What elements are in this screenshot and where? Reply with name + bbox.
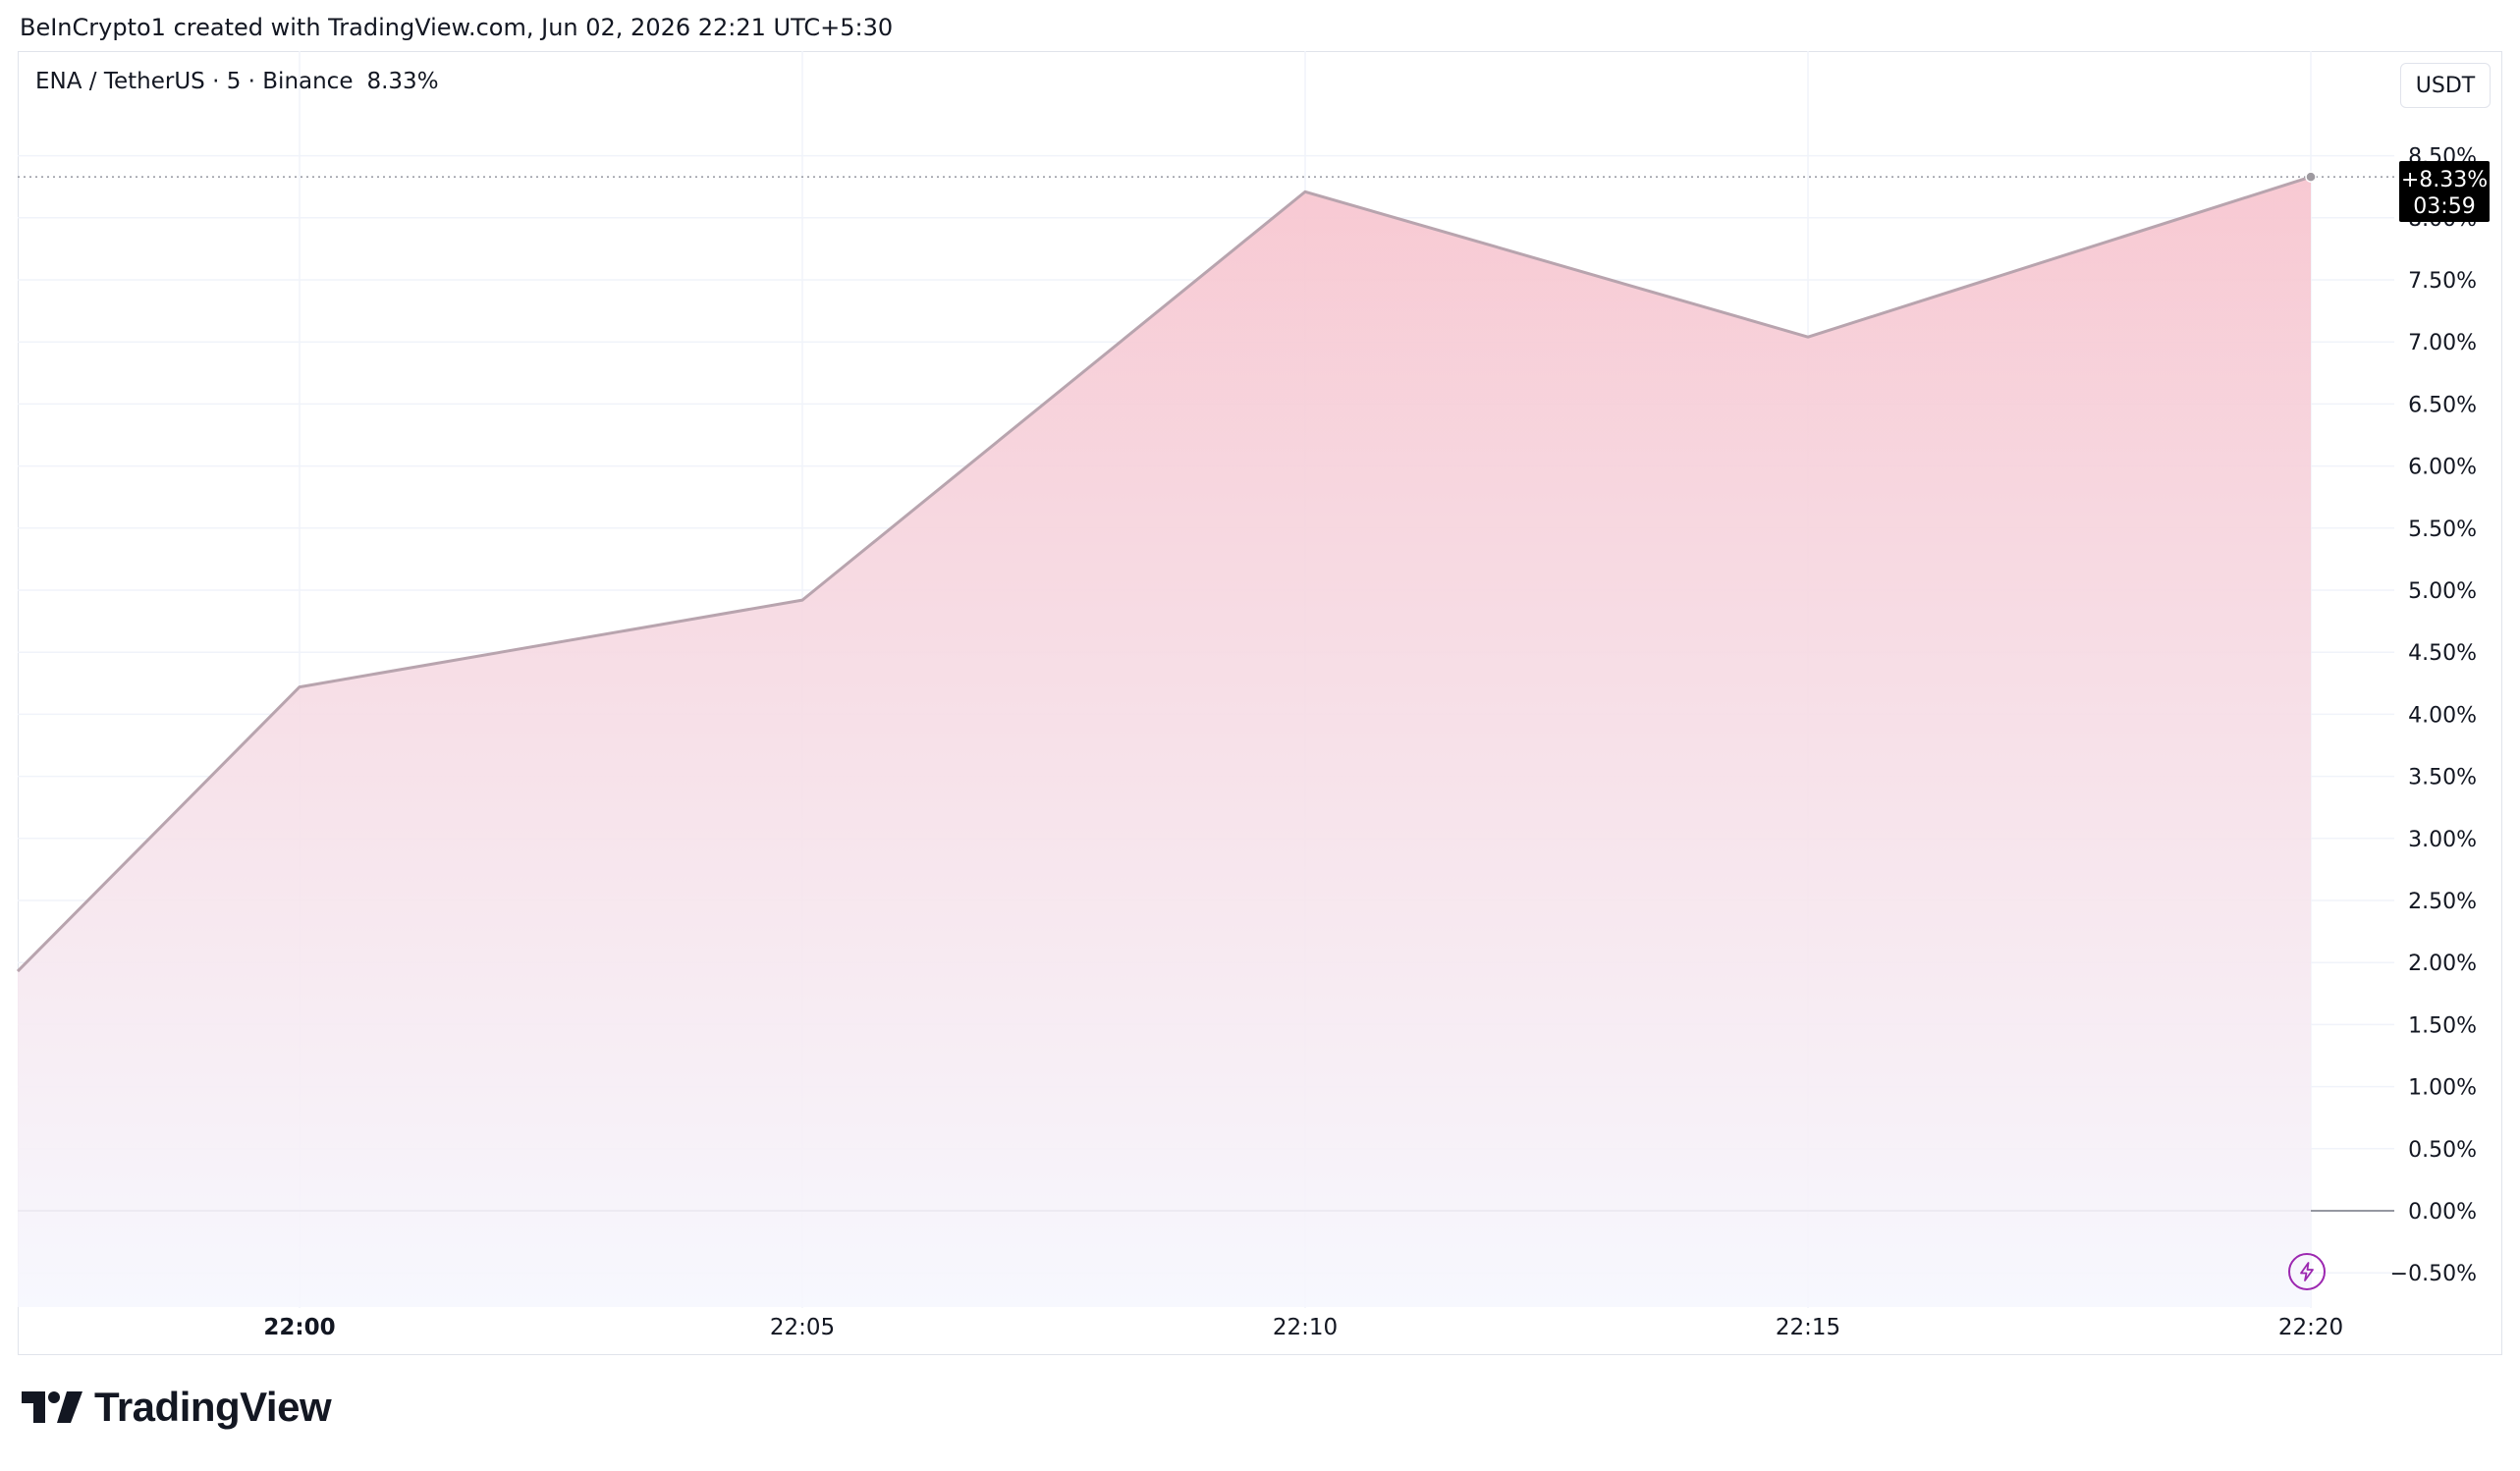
symbol-info[interactable]: ENA / TetherUS · 5 · Binance — [35, 69, 353, 94]
y-tick-label: 6.00% — [2408, 456, 2477, 480]
y-tick-label: 0.50% — [2408, 1138, 2477, 1163]
y-tick-label: 6.50% — [2408, 393, 2477, 417]
y-tick-label: 4.50% — [2408, 641, 2477, 666]
y-tick-label: 4.00% — [2408, 703, 2477, 728]
y-tick-label: 0.00% — [2408, 1200, 2477, 1225]
y-tick-label: 2.00% — [2408, 952, 2477, 976]
currency-button[interactable]: USDT — [2400, 63, 2491, 108]
bar-countdown-text: 03:59 — [2413, 194, 2475, 219]
change-value: 8.33% — [366, 69, 439, 94]
x-tick-label: 22:15 — [1776, 1315, 1840, 1340]
time-axis: 22:00 22:05 22:10 22:15 22:20 — [263, 1315, 2343, 1340]
y-tick-label: 5.00% — [2408, 579, 2477, 604]
y-tick-label: 7.50% — [2408, 269, 2477, 294]
x-tick-label: 22:05 — [770, 1315, 835, 1340]
last-value-text: +8.33% — [2401, 168, 2488, 192]
y-tick-label: 2.50% — [2408, 890, 2477, 914]
area-fill — [18, 177, 2311, 1307]
price-axis: 8.50%8.00%7.50%7.00%6.50%6.00%5.50%5.00%… — [2390, 145, 2477, 1287]
y-tick-label: 7.00% — [2408, 331, 2477, 355]
y-tick-label: 1.50% — [2408, 1013, 2477, 1038]
last-value-marker: +8.33%03:59 — [18, 161, 2490, 222]
price-area — [16, 175, 2312, 1307]
y-tick-label: 1.00% — [2408, 1076, 2477, 1101]
chart-canvas[interactable]: 8.50%8.00%7.50%7.00%6.50%6.00%5.50%5.00%… — [0, 0, 2520, 1471]
lightning-icon[interactable] — [2288, 1253, 2326, 1290]
y-tick-label: 5.50% — [2408, 518, 2477, 542]
symbol-legend[interactable]: ENA / TetherUS · 5 · Binance 8.33% — [35, 69, 439, 94]
y-tick-label: 3.00% — [2408, 828, 2477, 852]
lightning-glyph — [2300, 1262, 2314, 1281]
tradingview-logo[interactable]: TradingView — [22, 1383, 332, 1432]
x-tick-label: 22:00 — [263, 1315, 335, 1340]
logo-text: TradingView — [94, 1384, 332, 1430]
last-point-dot — [2305, 171, 2317, 183]
y-tick-label: 3.50% — [2408, 766, 2477, 790]
x-tick-label: 22:10 — [1273, 1315, 1338, 1340]
y-tick-label: −0.50% — [2390, 1262, 2477, 1286]
x-tick-label: 22:20 — [2278, 1315, 2343, 1340]
tradingview-logo-icon — [22, 1391, 82, 1423]
